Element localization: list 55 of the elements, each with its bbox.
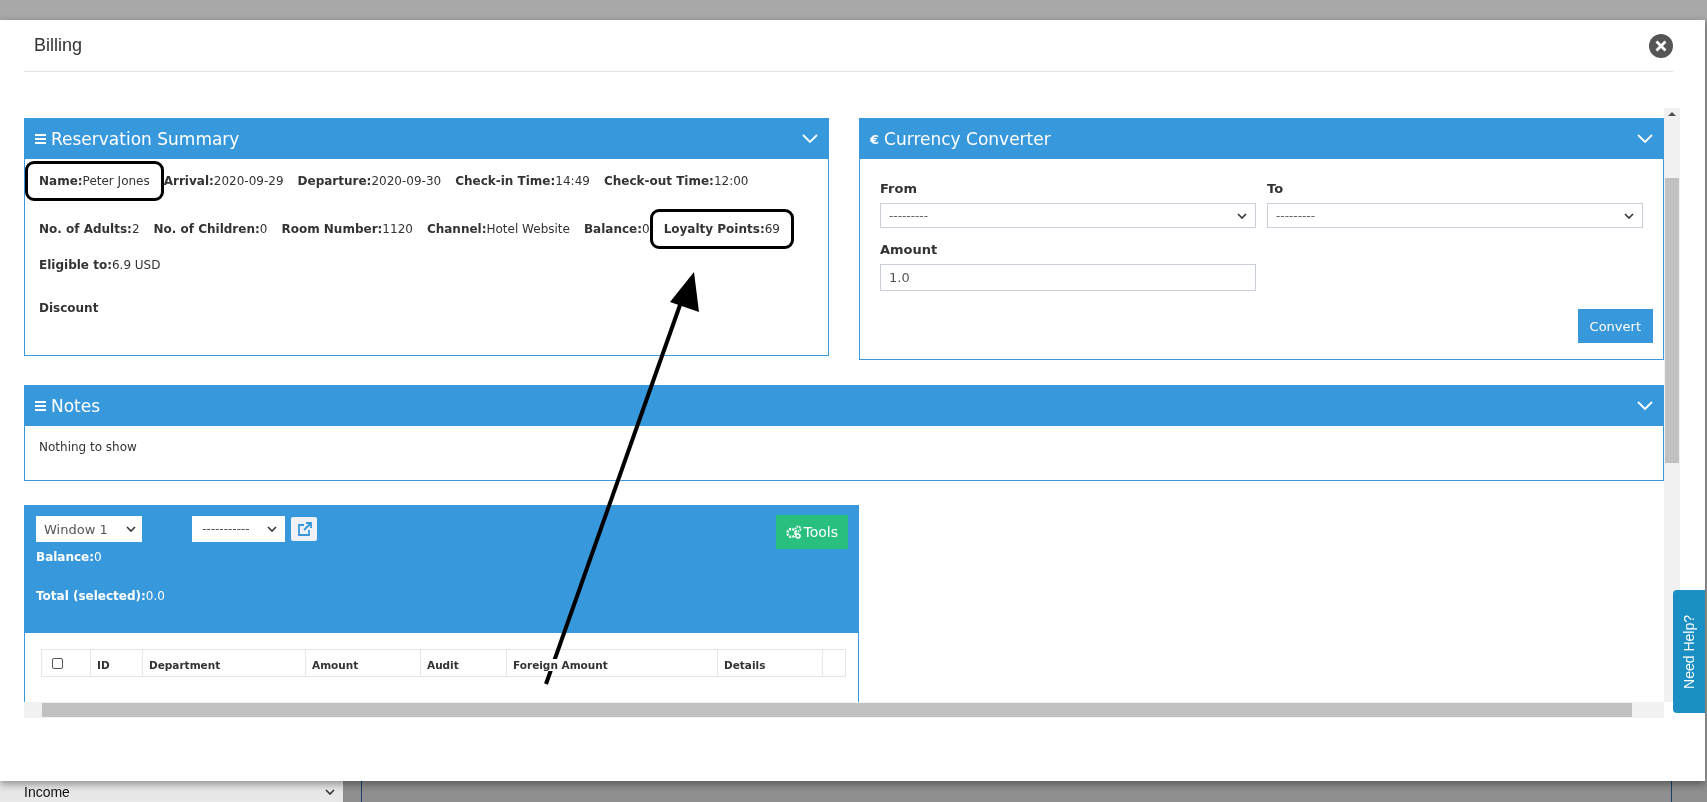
reservation-field: Loyalty Points:69 xyxy=(663,222,780,236)
reservation-field: No. of Children:0 xyxy=(153,222,268,236)
field-label: Amount xyxy=(880,242,939,259)
balance-text: Balance:0 xyxy=(36,550,103,564)
reservation-field: Departure:2020-09-30 xyxy=(297,174,442,188)
caret-down-icon xyxy=(1237,212,1247,219)
column-header: Amount xyxy=(312,659,359,671)
chevron-down-icon[interactable] xyxy=(802,134,818,144)
chevron-down-icon[interactable] xyxy=(1637,401,1653,411)
reservation-field: Eligible to:6.9 USD xyxy=(39,258,161,272)
convert-button[interactable]: Convert xyxy=(1577,309,1653,343)
amount-input[interactable]: 1.0 xyxy=(880,264,1256,291)
filter-select[interactable]: ----------- xyxy=(192,516,285,542)
close-icon[interactable] xyxy=(1649,33,1673,58)
reservation-field: Discount xyxy=(39,301,99,315)
from-select[interactable]: --------- xyxy=(880,203,1256,228)
menu-icon xyxy=(35,401,46,411)
gears-icon xyxy=(785,525,802,539)
select-all-checkbox[interactable] xyxy=(52,657,63,669)
window-select[interactable]: Window 1 xyxy=(36,516,142,542)
chevron-down-icon[interactable] xyxy=(1637,134,1653,144)
reservation-field: Room Number:1120 xyxy=(281,222,413,236)
vertical-scrollbar[interactable] xyxy=(1664,108,1680,702)
reservation-field: Channel:Hotel Website xyxy=(426,222,570,236)
column-header: Details xyxy=(724,659,766,671)
need-help-tab[interactable]: Need Help? xyxy=(1673,590,1705,713)
panel-title: Reservation Summary xyxy=(51,129,241,149)
to-select[interactable]: --------- xyxy=(1267,203,1643,228)
income-select[interactable]: Income xyxy=(0,781,343,802)
field-label: From xyxy=(880,181,918,198)
panel-title: Currency Converter xyxy=(884,129,1052,149)
external-link-button[interactable] xyxy=(291,517,317,541)
external-link-icon xyxy=(296,521,312,537)
euro-icon: € xyxy=(870,131,880,147)
reservation-field: Check-in Time:14:49 xyxy=(455,174,590,188)
field-label: To xyxy=(1267,181,1285,198)
caret-down-icon xyxy=(126,526,136,532)
reservation-field: Check-out Time:12:00 xyxy=(603,174,749,188)
horizontal-scrollbar[interactable] xyxy=(24,702,1664,718)
column-header: ID xyxy=(97,659,110,671)
column-header: Audit xyxy=(427,659,459,671)
reservation-field: No. of Adults:2 xyxy=(39,222,140,236)
reservation-field: Arrival:2020-09-29 xyxy=(163,174,284,188)
panel-title: Notes xyxy=(51,396,102,416)
caret-down-icon xyxy=(1624,212,1634,219)
menu-icon xyxy=(35,134,46,144)
column-header: Department xyxy=(149,659,221,671)
dialog-title: Billing xyxy=(33,35,83,56)
caret-down-icon xyxy=(325,788,335,795)
reservation-field: Balance:0 xyxy=(583,222,650,236)
notes-message: Nothing to show xyxy=(38,439,138,456)
reservation-field: Name:Peter Jones xyxy=(39,174,150,188)
column-header: Foreign Amount xyxy=(513,659,608,671)
total-selected-text: Total (selected):0.0 xyxy=(36,589,166,603)
caret-down-icon xyxy=(267,526,277,532)
